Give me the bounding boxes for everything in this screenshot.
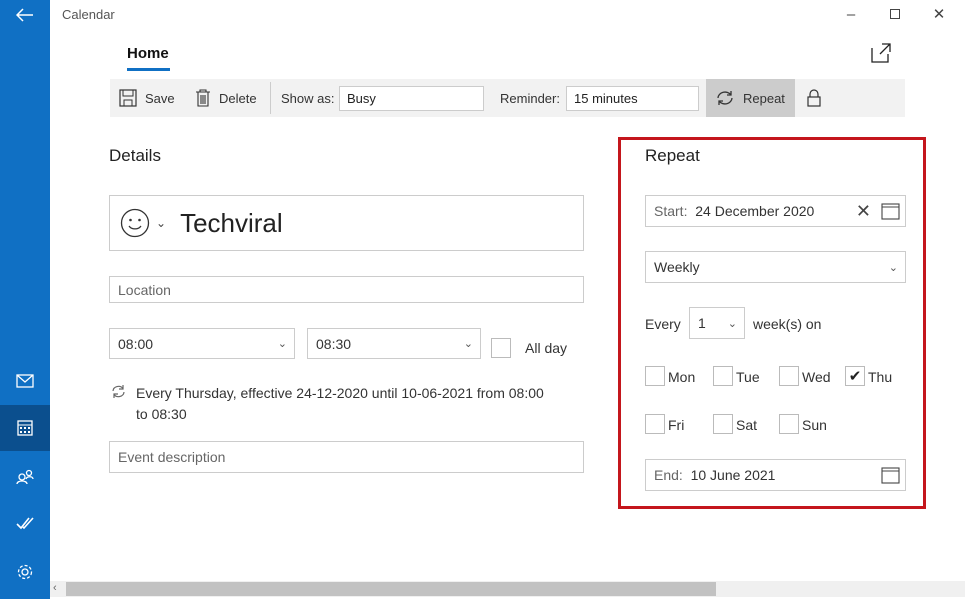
maximize-button[interactable] xyxy=(873,0,917,28)
sidebar xyxy=(0,0,50,599)
show-as-dropdown[interactable]: Busy xyxy=(339,86,484,111)
scroll-left-icon[interactable]: ‹ xyxy=(53,582,57,594)
start-date-value: 24 December 2020 xyxy=(695,203,815,219)
emoji-icon[interactable] xyxy=(120,208,150,238)
day-label: Sat xyxy=(736,417,758,433)
checkbox-sat[interactable] xyxy=(713,414,733,434)
title-value: Techviral xyxy=(180,207,283,238)
clear-icon[interactable]: ✕ xyxy=(856,201,871,222)
gear-icon xyxy=(17,564,33,580)
frequency-dropdown[interactable]: Weekly ⌄ xyxy=(645,251,906,283)
private-button[interactable] xyxy=(807,79,821,117)
lock-icon xyxy=(807,89,821,107)
sidebar-item-todo[interactable] xyxy=(0,500,50,546)
chevron-down-icon: ⌄ xyxy=(888,261,898,274)
checkmark-icon: ✔ xyxy=(848,368,862,385)
end-label: End: xyxy=(654,467,683,483)
day-label: Wed xyxy=(802,369,831,385)
close-button[interactable]: ✕ xyxy=(917,0,961,28)
chevron-down-icon: ⌄ xyxy=(727,317,737,330)
delete-button[interactable]: Delete xyxy=(195,79,257,117)
repeat-heading: Repeat xyxy=(645,146,700,165)
repeat-icon xyxy=(717,91,733,105)
back-button[interactable] xyxy=(0,0,50,30)
day-label: Thu xyxy=(868,369,893,385)
checkbox-mon[interactable] xyxy=(645,366,665,386)
show-as-label: Show as: xyxy=(281,90,335,106)
day-label: Sun xyxy=(802,417,827,433)
chevron-down-icon: ⌄ xyxy=(277,338,287,350)
calendar-icon[interactable] xyxy=(881,466,900,484)
mail-icon xyxy=(16,374,34,388)
checkbox-fri[interactable] xyxy=(645,414,665,434)
minimize-button[interactable]: – xyxy=(829,0,873,28)
reminder-label: Reminder: xyxy=(500,90,560,106)
start-time-dropdown[interactable]: 08:00 ⌄ xyxy=(109,328,295,359)
interval-value: 1 xyxy=(698,315,706,331)
people-icon xyxy=(16,469,34,485)
maximize-icon xyxy=(890,9,900,19)
save-button[interactable]: Save xyxy=(119,79,175,117)
save-label: Save xyxy=(145,90,175,106)
checkbox-sun[interactable] xyxy=(779,414,799,434)
toolbar: Save Delete Show as: Busy Reminder: 15 m… xyxy=(110,79,905,117)
reminder-dropdown[interactable]: 15 minutes xyxy=(566,86,699,111)
minimize-icon: – xyxy=(846,5,856,23)
every-label: Every xyxy=(645,316,681,332)
location-input[interactable]: Location xyxy=(109,276,584,303)
pop-out-icon xyxy=(871,43,891,63)
checkbox-wed[interactable] xyxy=(779,366,799,386)
day-label: Fri xyxy=(668,417,685,433)
checkbox-thu[interactable]: ✔ xyxy=(845,366,865,386)
tab-active-indicator xyxy=(127,68,170,71)
all-day-label: All day xyxy=(525,340,568,356)
start-time-value: 08:00 xyxy=(118,335,154,352)
delete-label: Delete xyxy=(219,90,257,106)
title-field[interactable]: ⌄ Techviral xyxy=(109,195,584,251)
chevron-down-icon: ⌄ xyxy=(463,338,473,350)
toolbar-divider xyxy=(270,82,271,114)
repeat-icon xyxy=(112,385,125,398)
sidebar-item-settings[interactable] xyxy=(0,549,50,595)
save-icon xyxy=(119,89,137,107)
day-label: Tue xyxy=(736,369,760,385)
app-title: Calendar xyxy=(62,7,115,22)
pop-out-button[interactable] xyxy=(871,43,891,68)
checkbox-tue[interactable] xyxy=(713,366,733,386)
todo-icon xyxy=(16,517,34,530)
details-heading: Details xyxy=(109,146,161,165)
close-icon: ✕ xyxy=(932,6,946,23)
end-date-value: 10 June 2021 xyxy=(690,467,776,483)
interval-dropdown[interactable]: 1 ⌄ xyxy=(689,307,745,339)
tab-home[interactable]: Home xyxy=(127,45,169,62)
sidebar-item-people[interactable] xyxy=(0,454,50,500)
sidebar-item-calendar[interactable] xyxy=(0,405,50,451)
back-arrow-icon xyxy=(16,8,33,22)
sidebar-item-mail[interactable] xyxy=(0,358,50,404)
event-description-input[interactable]: Event description xyxy=(109,441,584,473)
all-day-checkbox[interactable] xyxy=(491,338,511,358)
recurrence-summary-line2: to 08:30 xyxy=(136,406,187,422)
unit-label: week(s) on xyxy=(753,316,822,332)
start-label: Start: xyxy=(654,203,688,219)
frequency-value: Weekly xyxy=(654,259,700,275)
recurrence-summary: Every Thursday, effective 24-12-2020 unt… xyxy=(136,383,544,425)
trash-icon xyxy=(196,89,210,107)
recurrence-summary-line1: Every Thursday, effective 24-12-2020 unt… xyxy=(136,385,544,401)
end-time-dropdown[interactable]: 08:30 ⌄ xyxy=(307,328,481,359)
calendar-icon[interactable] xyxy=(881,202,900,220)
repeat-button[interactable]: Repeat xyxy=(706,79,795,117)
start-date-picker[interactable]: Start: 24 December 2020 ✕ xyxy=(645,195,906,227)
calendar-icon xyxy=(17,420,33,436)
end-time-value: 08:30 xyxy=(316,335,352,352)
end-date-picker[interactable]: End: 10 June 2021 xyxy=(645,459,906,491)
chevron-down-icon[interactable]: ⌄ xyxy=(156,216,166,230)
day-label: Mon xyxy=(668,369,696,385)
scrollbar-thumb[interactable] xyxy=(66,582,716,596)
repeat-label: Repeat xyxy=(743,90,785,106)
